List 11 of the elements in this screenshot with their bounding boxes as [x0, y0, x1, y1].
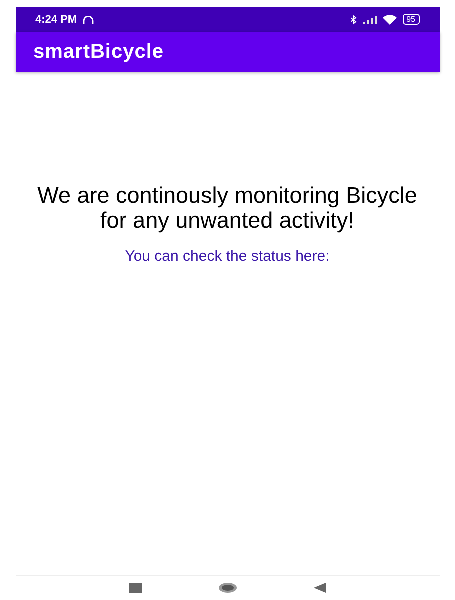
signal-icon [362, 16, 377, 24]
battery-icon: 95 [402, 14, 420, 25]
status-prompt-text: You can check the status here: [125, 248, 330, 264]
status-time: 4:24 PM [36, 14, 78, 26]
app-title: smartBicycle [34, 40, 164, 64]
wifi-icon [382, 14, 397, 24]
headline-text: We are continously monitoring Bicycle for any unwanted activity! [36, 184, 418, 234]
home-icon[interactable] [218, 582, 238, 594]
headphones-icon [83, 16, 94, 24]
bluetooth-icon [350, 14, 357, 24]
back-icon[interactable] [314, 583, 326, 593]
